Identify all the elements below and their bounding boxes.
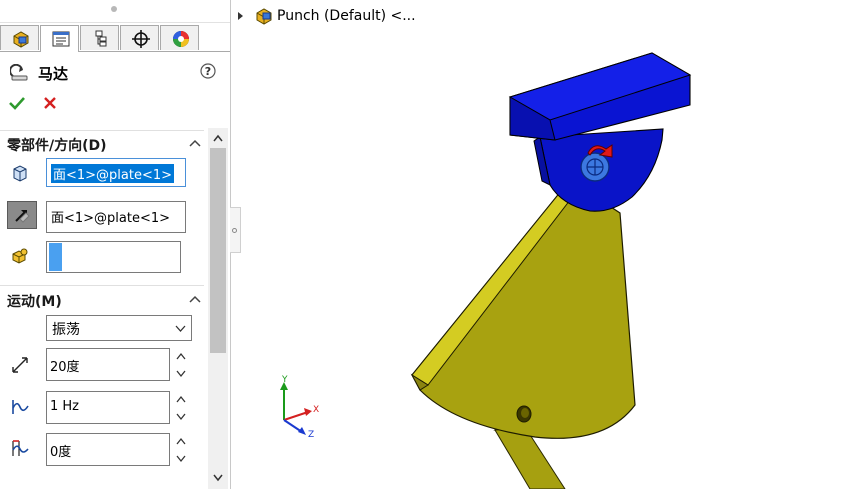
handle-dot bbox=[232, 228, 237, 233]
displacement-input[interactable]: 20度 bbox=[46, 348, 170, 381]
assembly-icon bbox=[256, 8, 272, 25]
displacement-value: 20度 bbox=[50, 360, 80, 375]
motor-direction-field[interactable]: 面<1>@plate<1> bbox=[46, 201, 186, 233]
motor-direction-value: 面<1>@plate<1> bbox=[51, 211, 171, 226]
phase-shift-icon bbox=[12, 440, 29, 456]
cross-icon bbox=[44, 97, 56, 109]
tab-dimxpert-manager[interactable] bbox=[120, 25, 159, 50]
section-shortcut: (M) bbox=[35, 294, 62, 310]
triangular-plate[interactable] bbox=[410, 179, 636, 439]
crosshair-icon bbox=[132, 30, 150, 48]
manager-tabs bbox=[0, 25, 230, 52]
property-manager-title: 马达 bbox=[38, 65, 69, 83]
chevron-down-icon bbox=[175, 325, 186, 332]
axis-triad: Y X Z bbox=[280, 375, 319, 440]
section-component-direction-title[interactable]: 零部件/方向(D) bbox=[7, 135, 107, 155]
axis-y-label: Y bbox=[281, 375, 288, 385]
feature-manager-icon bbox=[13, 31, 29, 48]
frequency-value: 1 Hz bbox=[50, 399, 80, 414]
motor-icon bbox=[10, 64, 28, 81]
grip-dot bbox=[111, 6, 117, 12]
property-manager-panel: 马达 ? 零部件/方向(D) 面<1>@plate<1> 面<1>@plate<… bbox=[0, 0, 231, 489]
phase-spinner[interactable] bbox=[175, 435, 187, 465]
direction-arrow-icon bbox=[15, 210, 30, 223]
motor-location-value: 面<1>@plate<1> bbox=[51, 164, 175, 183]
tab-display-manager[interactable] bbox=[160, 25, 199, 50]
collapse-chevron-icon[interactable] bbox=[188, 294, 202, 304]
tab-feature-manager[interactable] bbox=[0, 25, 39, 50]
tree-node-label: Punch (Default) <... bbox=[277, 8, 416, 24]
reverse-direction-button[interactable] bbox=[7, 201, 37, 229]
frequency-input[interactable]: 1 Hz bbox=[46, 391, 170, 424]
motion-type-value: 振荡 bbox=[52, 322, 80, 338]
collapse-chevron-icon[interactable] bbox=[188, 138, 202, 148]
displacement-spinner[interactable] bbox=[175, 350, 187, 380]
section-title-text: 零部件/方向 bbox=[7, 138, 83, 154]
help-symbol: ? bbox=[205, 65, 211, 78]
ok-button[interactable] bbox=[8, 94, 26, 112]
cancel-button[interactable] bbox=[41, 94, 59, 112]
section-motion-title[interactable]: 运动(M) bbox=[7, 291, 62, 311]
help-icon[interactable]: ? bbox=[200, 63, 216, 79]
scroll-up-icon[interactable] bbox=[212, 133, 224, 143]
component-to-move-icon bbox=[12, 248, 28, 264]
tab-property-manager[interactable] bbox=[40, 25, 79, 52]
phase-value: 0度 bbox=[50, 445, 72, 460]
panel-scrollbar[interactable] bbox=[208, 128, 228, 489]
motion-type-select[interactable]: 振荡 bbox=[46, 315, 192, 341]
tab-configuration-manager[interactable] bbox=[80, 25, 119, 50]
expand-arrow-icon[interactable] bbox=[237, 11, 245, 21]
scroll-down-icon[interactable] bbox=[212, 473, 224, 483]
selection-focus-bar bbox=[49, 243, 62, 271]
punch-bracket[interactable] bbox=[508, 52, 692, 212]
section-divider bbox=[0, 130, 204, 131]
configuration-manager-icon bbox=[95, 30, 107, 47]
scrollbar-thumb[interactable] bbox=[210, 148, 226, 353]
frequency-icon bbox=[12, 400, 29, 414]
component-to-move-field[interactable] bbox=[46, 241, 181, 273]
property-manager-header: 马达 ? bbox=[0, 57, 230, 87]
property-manager-icon bbox=[52, 31, 70, 47]
section-divider bbox=[0, 285, 204, 286]
frequency-spinner[interactable] bbox=[175, 393, 187, 423]
axis-z-label: Z bbox=[308, 430, 314, 440]
appearance-icon bbox=[173, 31, 189, 47]
section-shortcut: (D) bbox=[82, 138, 107, 154]
panel-collapse-handle[interactable] bbox=[230, 207, 241, 253]
panel-grip[interactable] bbox=[0, 0, 230, 23]
motor-location-field[interactable]: 面<1>@plate<1> bbox=[46, 158, 186, 187]
location-face-icon bbox=[13, 165, 27, 182]
model-viewport[interactable] bbox=[400, 45, 700, 489]
section-title-text: 运动 bbox=[7, 294, 35, 310]
displacement-icon bbox=[12, 357, 28, 373]
phase-input[interactable]: 0度 bbox=[46, 433, 170, 466]
axis-x-label: X bbox=[313, 405, 319, 415]
checkmark-icon bbox=[9, 97, 25, 110]
